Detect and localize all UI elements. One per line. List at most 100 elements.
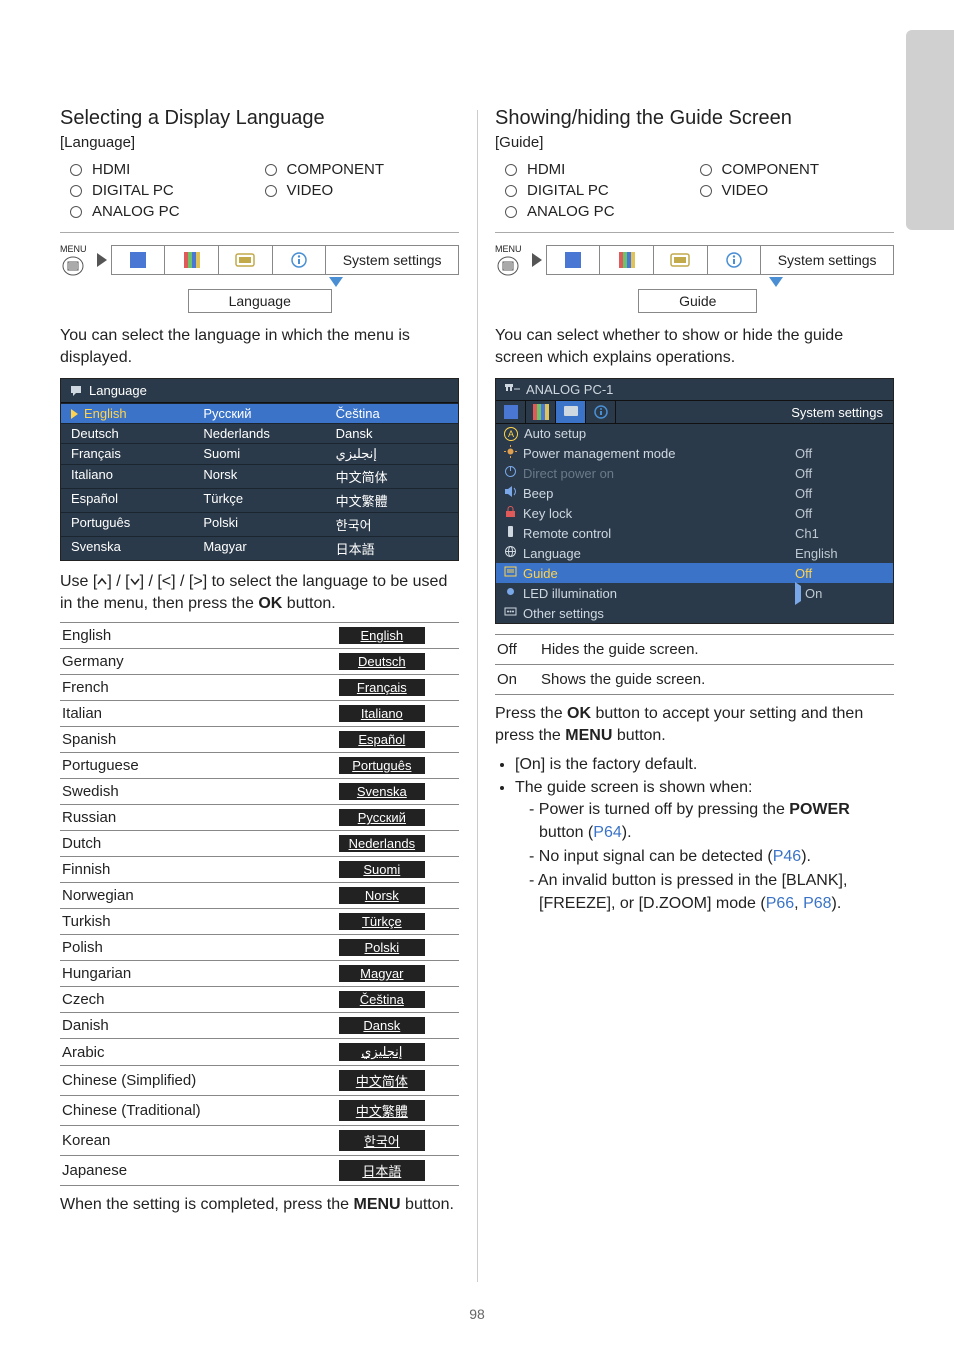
guide-menu-tabs: System settings <box>496 400 893 424</box>
guide-menu-header: ANALOG PC-1 <box>496 379 893 400</box>
color-bars-icon <box>619 252 635 268</box>
color-bars-icon <box>184 252 200 268</box>
globe-icon <box>504 545 517 558</box>
right-p1: You can select whether to show or hide t… <box>495 325 894 368</box>
guide-menu-row: LED illumination On <box>496 583 893 603</box>
lang-english-name: French <box>60 675 305 701</box>
link-p64[interactable]: P64 <box>593 824 621 841</box>
bc-cell-info <box>708 246 762 274</box>
radio-icon <box>70 164 82 176</box>
lang-native-cell: English <box>305 623 459 649</box>
menu-list-icon <box>62 256 84 276</box>
color-bars-icon <box>533 404 549 420</box>
language-table-row: Korean한국어 <box>60 1126 459 1156</box>
radio-icon <box>265 185 277 197</box>
guide-menu-row: Direct power onOff <box>496 463 893 483</box>
lang-english-name: Norwegian <box>60 883 305 909</box>
language-table-row: SwedishSvenska <box>60 779 459 805</box>
gm-row-label: Other settings <box>523 606 789 621</box>
native-chip: English <box>339 627 425 644</box>
native-chip: Español <box>339 731 425 748</box>
native-chip: Dansk <box>339 1017 425 1034</box>
radio-icon <box>70 206 82 218</box>
lang-english-name: Portuguese <box>60 753 305 779</box>
radio-icon <box>505 206 517 218</box>
link-p66[interactable]: P66 <box>766 895 794 912</box>
gm-row-value: Off <box>795 446 885 461</box>
language-table-row: NorwegianNorsk <box>60 883 459 909</box>
lang-menu-row: EspañolTürkçe中文繁體 <box>61 488 458 512</box>
language-table-row: ItalianItaliano <box>60 701 459 727</box>
lang-english-name: Germany <box>60 649 305 675</box>
lang-native-cell: Nederlands <box>305 831 459 857</box>
lang-native-cell: 中文简体 <box>305 1066 459 1096</box>
section-header: Setting Various Function <box>60 48 894 85</box>
triangle-right-icon <box>795 582 801 605</box>
left-breadcrumb: MENU System settings <box>60 245 459 313</box>
language-table-row: Arabicإنجليزي <box>60 1039 459 1066</box>
native-chip: 中文简体 <box>339 1070 425 1091</box>
link-p46[interactable]: P46 <box>773 848 801 865</box>
screen-icon <box>670 253 690 267</box>
power-icon <box>504 465 517 478</box>
page-number: 98 <box>0 1306 954 1322</box>
gm-row-value: Off <box>795 506 885 521</box>
lang-native-cell: Русский <box>305 805 459 831</box>
menu-button-icon: MENU <box>60 245 87 276</box>
lang-native-cell: إنجليزي <box>305 1039 459 1066</box>
left-p3: When the setting is completed, press the… <box>60 1194 459 1216</box>
bc-cell-system-settings: System settings <box>761 246 893 274</box>
lang-english-name: Hungarian <box>60 961 305 987</box>
gm-row-value: On <box>795 586 885 601</box>
radio-icon <box>505 185 517 197</box>
dash-3: An invalid button is pressed in the [BLA… <box>529 870 894 915</box>
lock-icon <box>504 505 517 518</box>
language-table-row: Spanish Español <box>60 727 459 753</box>
dash-1: Power is turned off by pressing the POWE… <box>529 799 894 844</box>
lang-english-name: Japanese <box>60 1156 305 1186</box>
gm-row-value: English <box>795 546 885 561</box>
language-table-row: DutchNederlands <box>60 831 459 857</box>
lang-menu-row: FrançaisSuomiإنجليزي <box>61 443 458 464</box>
language-table-row: RussianРусский <box>60 805 459 831</box>
caret-up-icon <box>97 577 107 587</box>
speech-bubble-icon <box>69 384 83 398</box>
remote-icon <box>504 525 517 538</box>
lang-native-cell: Norsk <box>305 883 459 909</box>
guide-icon <box>504 565 517 578</box>
gm-row-label: LED illumination <box>523 586 789 601</box>
gm-row-value: Off <box>795 486 885 501</box>
native-chip: Polski <box>339 939 425 956</box>
language-table-row: Czech Čeština <box>60 987 459 1013</box>
left-p2: Use [] / [] / [<] / [>] to select the la… <box>60 571 459 614</box>
lang-native-cell: 中文繁體 <box>305 1096 459 1126</box>
menu-list-icon <box>497 256 519 276</box>
breadcrumb-arrow-icon <box>528 245 546 275</box>
lang-english-name: Swedish <box>60 779 305 805</box>
lang-english-name: Czech <box>60 987 305 1013</box>
bc-cell-info <box>273 246 327 274</box>
native-chip: Čeština <box>339 991 425 1008</box>
gm-row-label: Direct power on <box>523 466 789 481</box>
bc-cell-screen <box>654 246 708 274</box>
link-p68[interactable]: P68 <box>803 895 831 912</box>
native-chip: Türkçe <box>339 913 425 930</box>
native-chip: Nederlands <box>339 835 425 852</box>
bc-child-guide: Guide <box>638 289 757 313</box>
signal-hdmi: HDMI <box>505 161 700 178</box>
left-title: Selecting a Display Language <box>60 107 459 130</box>
language-table-row: GermanyDeutsch <box>60 649 459 675</box>
other-icon <box>504 605 517 618</box>
lang-native-cell: Svenska <box>305 779 459 805</box>
radio-icon <box>265 164 277 176</box>
gm-row-label: Guide <box>523 566 789 581</box>
gm-tab-screen-active <box>556 401 586 423</box>
lang-native-cell: Čeština <box>305 987 459 1013</box>
screen-icon <box>563 404 579 420</box>
lang-english-name: Spanish <box>60 727 305 753</box>
guide-menu-row: AAuto setup <box>496 424 893 443</box>
signal-digital-pc: DIGITAL PC <box>505 182 700 199</box>
language-table-row: PortuguesePortuguês <box>60 753 459 779</box>
lang-native-cell: Dansk <box>305 1013 459 1039</box>
bullet-list: [On] is the factory default. The guide s… <box>495 754 894 915</box>
